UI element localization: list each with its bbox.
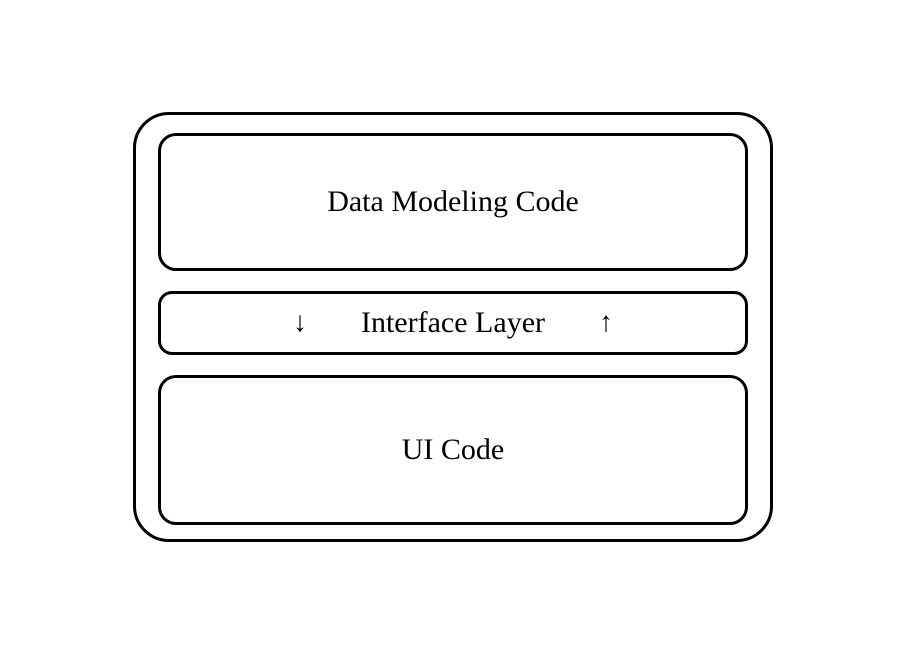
arrow-up-icon: ↑ [599,309,613,337]
data-modeling-box: Data Modeling Code [158,133,748,271]
arrow-down-icon: ↓ [293,309,307,337]
interface-layer-label: Interface Layer [357,306,549,340]
ui-code-label: UI Code [402,433,504,467]
ui-code-box: UI Code [158,375,748,525]
interface-layer-box: ↓ Interface Layer ↑ [158,291,748,355]
data-modeling-label: Data Modeling Code [327,185,579,219]
architecture-container: Data Modeling Code ↓ Interface Layer ↑ U… [133,112,773,542]
